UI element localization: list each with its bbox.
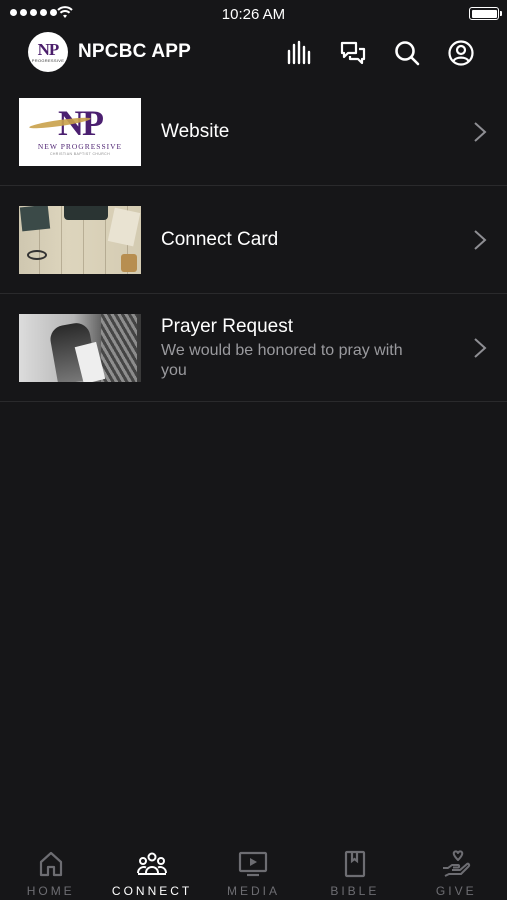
tv-play-icon [238,850,268,878]
list-item-connect-card[interactable]: Connect Card [0,186,507,294]
chat-icon[interactable] [339,39,367,67]
tab-bar: HOME CONNECT MEDIA BIBLE GIVE [0,840,507,900]
chevron-right-icon [473,229,487,251]
status-time: 10:26 AM [221,6,286,23]
tab-label: BIBLE [330,884,380,898]
website-thumbnail: NP NEW PROGRESSIVE CHRISTIAN BAPTIST CHU… [19,98,141,166]
tab-home[interactable]: HOME [0,840,101,900]
chevron-right-icon [473,121,487,143]
website-logo-tagline: CHRISTIAN BAPTIST CHURCH [49,152,111,156]
list-item-prayer-request[interactable]: Prayer Request We would be honored to pr… [0,294,507,402]
prayer-request-thumbnail [19,314,141,382]
connect-list: NP NEW PROGRESSIVE CHRISTIAN BAPTIST CHU… [0,78,507,402]
tab-media[interactable]: MEDIA [203,840,304,900]
tab-give[interactable]: GIVE [406,840,507,900]
search-icon[interactable] [393,39,421,67]
status-bar: 10:26 AM [0,0,507,28]
list-item-title: Prayer Request [161,316,294,337]
tab-label: HOME [26,884,75,898]
app-logo[interactable]: NP PROGRESSIVE [28,32,68,72]
chevron-right-icon [473,337,487,359]
heart-hand-icon [441,850,471,878]
tab-label: MEDIA [226,884,280,898]
app-logo-subtext: PROGRESSIVE [31,57,65,63]
tab-label: GIVE [435,884,477,898]
list-item-title: Website [161,121,230,142]
home-icon [36,850,66,878]
connect-card-thumbnail [19,206,141,274]
app-logo-mark: NP [37,39,60,59]
list-item-subtitle: We would be honored to pray with you [161,342,403,379]
tab-label: CONNECT [111,884,193,898]
equalizer-icon[interactable] [285,39,313,67]
profile-icon[interactable] [447,39,475,67]
battery-icon [469,7,502,20]
website-logo-brand: NEW PROGRESSIVE [37,142,123,151]
list-item-website[interactable]: NP NEW PROGRESSIVE CHRISTIAN BAPTIST CHU… [0,78,507,186]
list-item-title: Connect Card [161,229,279,250]
book-icon [340,850,370,878]
tab-bible[interactable]: BIBLE [304,840,405,900]
people-icon [137,850,168,878]
app-title: NPCBC APP [78,41,191,62]
tab-connect[interactable]: CONNECT [101,840,202,900]
app-header: NP PROGRESSIVE NPCBC APP [0,30,507,74]
